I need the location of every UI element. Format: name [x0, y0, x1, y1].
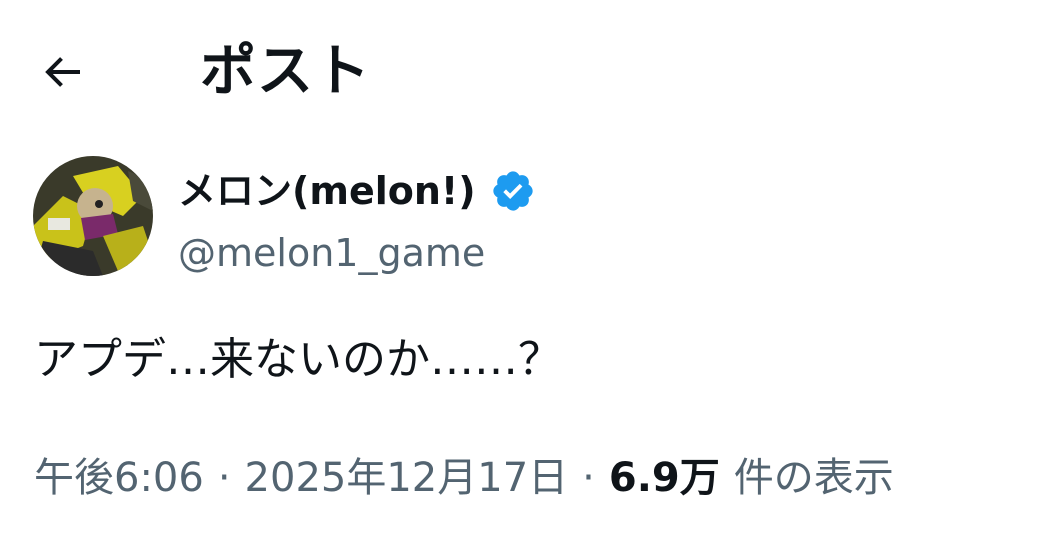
separator: · — [217, 455, 231, 501]
post-author: メロン(melon!) @melon1_game — [33, 156, 833, 278]
page-title: ポスト — [200, 39, 371, 104]
avatar[interactable] — [33, 156, 153, 276]
author-handle[interactable]: @melon1_game — [178, 228, 485, 278]
views-count[interactable]: 6.9万 — [609, 450, 720, 506]
verified-badge-icon[interactable] — [490, 168, 536, 214]
back-button[interactable] — [30, 44, 94, 104]
separator: · — [582, 455, 595, 501]
post-time[interactable]: 午後6:06 — [34, 450, 204, 506]
post-meta: 午後6:06 · 2025年12月17日 · 6.9万 件の表示 — [34, 450, 894, 506]
post-text: アプデ…来ないのか……？ — [34, 334, 562, 385]
header: ポスト — [0, 0, 1037, 150]
post-date[interactable]: 2025年12月17日 — [245, 450, 569, 506]
arrow-left-icon — [38, 48, 86, 100]
views-label: 件の表示 — [733, 455, 894, 501]
author-display-name[interactable]: メロン(melon!) — [178, 164, 476, 218]
